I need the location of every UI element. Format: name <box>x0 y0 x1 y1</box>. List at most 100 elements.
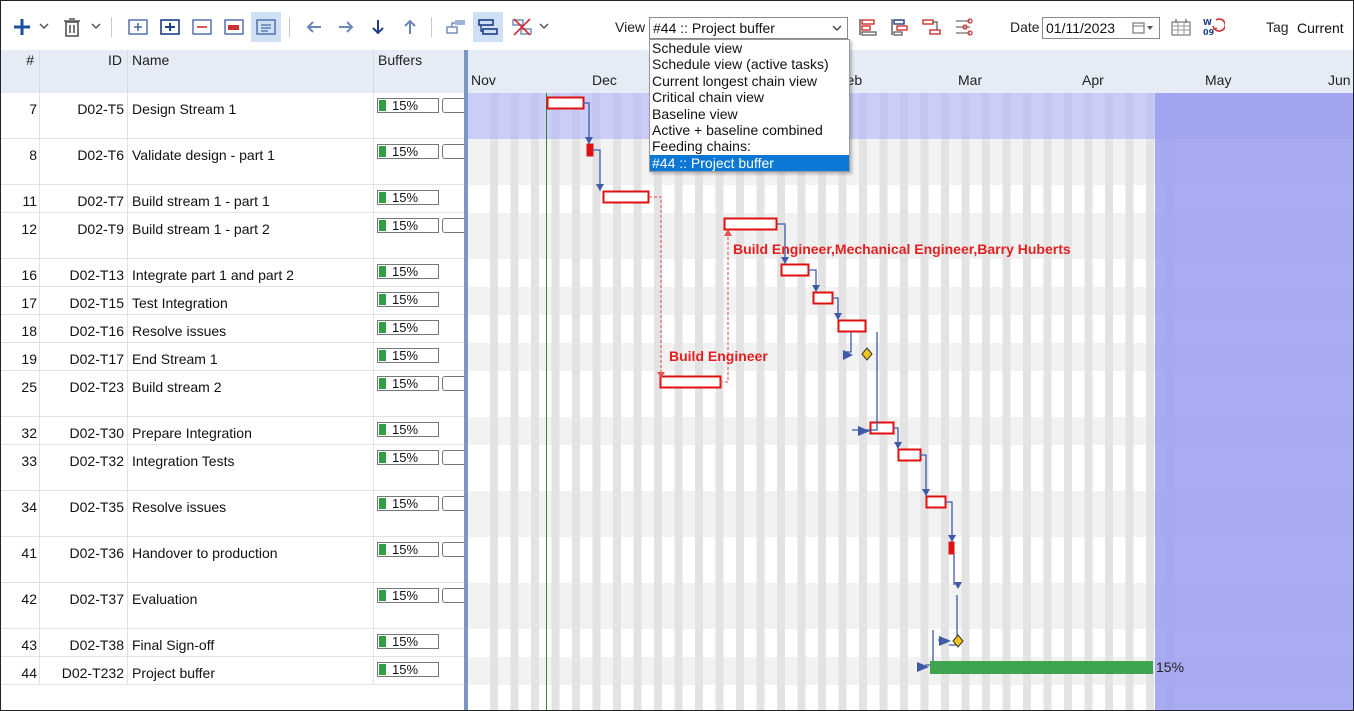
table-row[interactable]: 11 D02-T7 Build stream 1 - part 1 15% <box>1 185 464 213</box>
task-name[interactable]: Design Stream 1 <box>132 101 236 117</box>
link-tasks-icon[interactable] <box>441 12 471 42</box>
arrow-right-icon[interactable] <box>331 12 361 42</box>
table-row[interactable]: 41 D02-T36 Handover to production 15% <box>1 537 464 583</box>
non-working-day <box>633 93 642 710</box>
week-number-icon[interactable]: W 09 <box>1198 12 1228 42</box>
non-working-day <box>613 93 621 710</box>
buffer-fill <box>379 192 386 203</box>
remove-task-icon[interactable] <box>187 12 217 42</box>
date-picker[interactable]: 01/11/2023 <box>1042 17 1160 39</box>
buffer-fill <box>379 544 386 555</box>
table-row[interactable]: 8 D02-T6 Validate design - part 1 15% <box>1 139 464 185</box>
add-icon[interactable] <box>7 12 37 42</box>
buffer-percent: 15% <box>392 292 419 307</box>
buffer-percent: 15% <box>392 320 419 335</box>
task-name[interactable]: Build stream 1 - part 2 <box>132 221 270 237</box>
table-row[interactable]: 33 D02-T32 Integration Tests 15% <box>1 445 464 491</box>
task-name[interactable]: Integration Tests <box>132 453 234 469</box>
dropdown-option[interactable]: Active + baseline combined <box>650 122 849 138</box>
arrow-left-icon[interactable] <box>299 12 329 42</box>
dropdown-option[interactable]: Schedule view (active tasks) <box>650 56 849 72</box>
chevron-down-icon[interactable] <box>39 21 49 31</box>
insert-task-icon[interactable] <box>123 12 153 42</box>
dropdown-option[interactable]: Current longest chain view <box>650 73 849 89</box>
gantt-chart: NovDecJanFebMarAprMayJun Build Engineer,… <box>468 50 1353 710</box>
month-label: Nov <box>471 72 496 88</box>
row-number: 11 <box>22 193 37 209</box>
column-header-id[interactable]: ID <box>40 50 128 93</box>
row-number: 25 <box>21 379 37 395</box>
table-row[interactable]: 44 D02-T232 Project buffer 15% <box>1 657 464 685</box>
buffer-percent: 15% <box>392 218 419 233</box>
chevron-down-icon[interactable] <box>539 21 549 31</box>
buffer-percent: 15% <box>392 542 419 557</box>
non-working-day <box>818 93 826 710</box>
align-tasks-icon[interactable] <box>885 12 915 42</box>
resource-view-icon[interactable] <box>949 12 979 42</box>
align-left-icon[interactable] <box>853 12 883 42</box>
column-overflow <box>442 450 464 465</box>
buffer-indicator: 15% <box>377 292 439 307</box>
task-name[interactable]: Build stream 1 - part 1 <box>132 193 270 209</box>
task-name[interactable]: Evaluation <box>132 591 197 607</box>
task-name[interactable]: Test Integration <box>132 295 228 311</box>
insert-subtask-icon[interactable] <box>155 12 185 42</box>
resource-label: Build Engineer,Mechanical Engineer,Barry… <box>733 241 1071 257</box>
task-name[interactable]: Prepare Integration <box>132 425 252 441</box>
gantt-canvas <box>468 93 1353 710</box>
calendar-dropdown-icon[interactable] <box>1132 20 1156 36</box>
task-name[interactable]: Project buffer <box>132 665 215 681</box>
chain-view-icon[interactable] <box>473 12 503 42</box>
task-name[interactable]: Final Sign-off <box>132 637 214 653</box>
non-working-day <box>756 93 765 710</box>
non-working-day <box>879 93 888 710</box>
table-row[interactable]: 16 D02-T13 Integrate part 1 and part 2 15% <box>1 259 464 287</box>
non-working-day <box>736 93 744 710</box>
table-row[interactable]: 12 D02-T9 Build stream 1 - part 2 15% <box>1 213 464 259</box>
column-header-name[interactable]: Name <box>128 50 374 93</box>
buffer-fill <box>379 146 386 157</box>
table-row[interactable]: 43 D02-T38 Final Sign-off 15% <box>1 629 464 657</box>
task-name[interactable]: Resolve issues <box>132 323 226 339</box>
unlink-tasks-icon[interactable] <box>507 12 537 42</box>
buffer-percent: 15% <box>392 634 419 649</box>
table-row[interactable]: 18 D02-T16 Resolve issues 15% <box>1 315 464 343</box>
task-name[interactable]: End Stream 1 <box>132 351 218 367</box>
buffer-indicator: 15% <box>377 422 439 437</box>
table-row[interactable]: 17 D02-T15 Test Integration 15% <box>1 287 464 315</box>
calendar-grid-icon[interactable] <box>1166 12 1196 42</box>
notes-icon[interactable] <box>251 12 281 42</box>
chevron-down-icon[interactable] <box>832 23 842 33</box>
dropdown-option[interactable]: Feeding chains: <box>650 138 849 154</box>
column-overflow <box>442 496 464 511</box>
table-row[interactable]: 42 D02-T37 Evaluation 15% <box>1 583 464 629</box>
table-row[interactable]: 19 D02-T17 End Stream 1 15% <box>1 343 464 371</box>
table-row[interactable]: 7 D02-T5 Design Stream 1 15% <box>1 93 464 139</box>
arrow-down-icon[interactable] <box>363 12 393 42</box>
task-bar <box>837 319 867 333</box>
column-header-buffers[interactable]: Buffers <box>374 50 464 93</box>
column-header-number[interactable]: # <box>1 50 40 93</box>
dropdown-option[interactable]: #44 :: Project buffer <box>650 154 849 172</box>
dropdown-option[interactable]: Critical chain view <box>650 89 849 105</box>
arrow-up-icon[interactable] <box>395 12 425 42</box>
task-bar <box>546 96 585 110</box>
task-name[interactable]: Build stream 2 <box>132 379 221 395</box>
chain-link-icon[interactable] <box>917 12 947 42</box>
table-row[interactable]: 32 D02-T30 Prepare Integration 15% <box>1 417 464 445</box>
task-name[interactable]: Validate design - part 1 <box>132 147 275 163</box>
table-row[interactable]: 34 D02-T35 Resolve issues 15% <box>1 491 464 537</box>
view-select[interactable]: #44 :: Project buffer <box>649 17 848 39</box>
tag-field[interactable]: Current <box>1293 17 1353 39</box>
dropdown-option[interactable]: Baseline view <box>650 106 849 122</box>
task-bar-icon[interactable] <box>219 12 249 42</box>
task-name[interactable]: Resolve issues <box>132 499 226 515</box>
task-name[interactable]: Handover to production <box>132 545 278 561</box>
dropdown-option[interactable]: Schedule view <box>650 40 849 56</box>
table-row[interactable]: 25 D02-T23 Build stream 2 15% <box>1 371 464 417</box>
task-name[interactable]: Integrate part 1 and part 2 <box>132 267 294 283</box>
delete-icon[interactable] <box>57 12 87 42</box>
tag-value: Current <box>1297 20 1344 36</box>
task-id: D02-T13 <box>69 267 124 283</box>
chevron-down-icon[interactable] <box>91 21 101 31</box>
